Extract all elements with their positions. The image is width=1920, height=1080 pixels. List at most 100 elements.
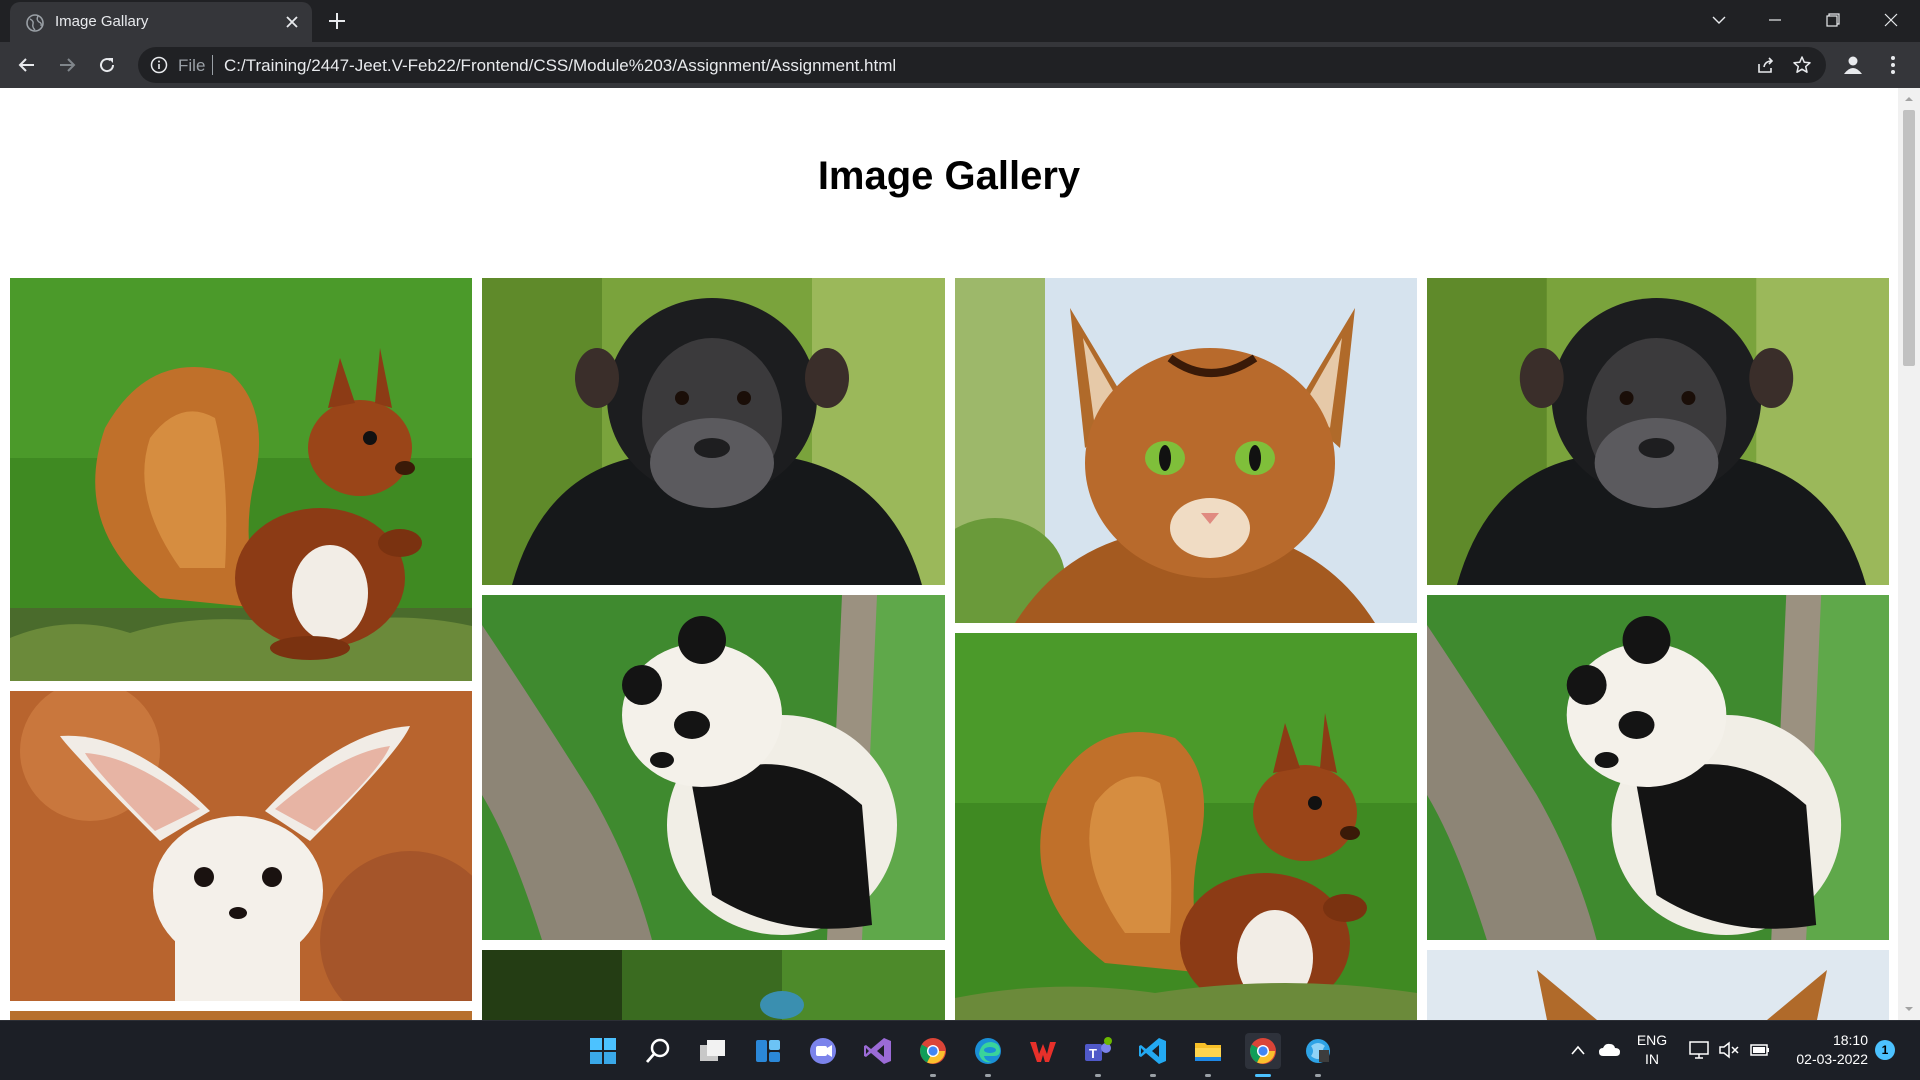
gallery-image-cat[interactable] [955, 278, 1417, 623]
control-panel-icon [1306, 1039, 1330, 1063]
back-button[interactable] [14, 52, 40, 78]
more-vertical-icon [1891, 56, 1895, 74]
squirrel-photo [10, 278, 472, 681]
arrow-left-icon [18, 58, 34, 72]
chrome-icon [1250, 1038, 1276, 1064]
page-scrollbar[interactable] [1898, 88, 1920, 1020]
gallery-image-panda[interactable] [482, 595, 945, 940]
chevron-down-icon [1712, 16, 1726, 24]
browser-tab[interactable]: Image Gallary [10, 2, 312, 42]
new-tab-icon[interactable] [326, 10, 348, 32]
panda-photo [482, 595, 945, 940]
forward-button[interactable] [54, 52, 80, 78]
running-indicator [1095, 1074, 1101, 1077]
teams-chat-icon [810, 1038, 836, 1064]
menu-button[interactable] [1880, 52, 1906, 78]
active-indicator [1255, 1074, 1271, 1077]
visual-studio-button[interactable] [860, 1033, 896, 1069]
reload-icon [100, 58, 115, 73]
teams-chat-button[interactable] [805, 1033, 841, 1069]
tab-search-button[interactable] [1696, 0, 1742, 40]
running-indicator [985, 1074, 991, 1077]
chimpanzee-photo [482, 278, 945, 585]
bookmark-star-icon[interactable] [1792, 55, 1812, 75]
taskbar: T ENG IN 18:10 02-03-2022 1 [0, 1020, 1920, 1080]
page-viewport[interactable]: Image Gallery [0, 88, 1920, 1020]
control-panel-button[interactable] [1300, 1033, 1336, 1077]
network-icon[interactable] [1688, 1040, 1710, 1060]
vscode-icon [1139, 1038, 1166, 1064]
gallery-image-fennec-fox[interactable] [10, 691, 472, 1001]
teams-button[interactable]: T [1080, 1033, 1116, 1077]
browser-toolbar: File C:/Training/2447-Jeet.V-Feb22/Front… [0, 42, 1920, 88]
svg-text:T: T [1089, 1046, 1097, 1061]
panda-photo [1427, 595, 1889, 940]
gallery-image-panda[interactable] [1427, 595, 1889, 940]
gallery-image-chimpanzee[interactable] [1427, 278, 1889, 585]
notification-badge[interactable]: 1 [1875, 1040, 1895, 1060]
gallery-image-chimpanzee[interactable] [482, 278, 945, 585]
bird-photo [482, 950, 945, 1020]
windows-start-icon [590, 1038, 616, 1064]
squirrel-photo [955, 633, 1417, 1020]
chrome-active-button[interactable] [1245, 1033, 1281, 1077]
close-icon [1884, 13, 1898, 27]
file-explorer-icon [1195, 1043, 1221, 1061]
cat-photo [1427, 950, 1889, 1020]
gallery-image-cat-partial[interactable] [1427, 950, 1889, 1020]
running-indicator [930, 1074, 936, 1077]
address-bar[interactable]: File C:/Training/2447-Jeet.V-Feb22/Front… [138, 47, 1826, 83]
profile-button[interactable] [1840, 52, 1866, 78]
language-indicator[interactable]: ENG IN [1634, 1031, 1670, 1069]
battery-icon[interactable] [1748, 1040, 1772, 1060]
search-button[interactable] [640, 1033, 676, 1069]
task-view-button[interactable] [695, 1033, 731, 1069]
wps-office-button[interactable] [1025, 1033, 1061, 1069]
restore-button[interactable] [1810, 0, 1856, 40]
search-icon [645, 1038, 670, 1063]
tab-title: Image Gallary [55, 13, 149, 30]
cat-photo [955, 278, 1417, 623]
scroll-up-arrow-icon[interactable] [1904, 94, 1914, 104]
chimpanzee-photo [1427, 278, 1889, 585]
onedrive-cloud-icon[interactable] [1598, 1041, 1622, 1059]
arrow-right-icon [60, 58, 76, 72]
page-title: Image Gallery [817, 154, 1081, 198]
clock-time: 18:10 [1832, 1032, 1868, 1048]
clock-date: 02-03-2022 [1796, 1051, 1868, 1067]
minimize-icon [1769, 19, 1781, 21]
share-icon[interactable] [1756, 55, 1776, 75]
visual-studio-icon [864, 1038, 891, 1064]
gallery-image-squirrel[interactable] [10, 278, 472, 681]
close-icon[interactable] [282, 12, 302, 32]
language-code: ENG [1636, 1032, 1668, 1048]
file-explorer-button[interactable] [1190, 1033, 1226, 1077]
widgets-button[interactable] [750, 1033, 786, 1069]
scroll-down-arrow-icon[interactable] [1904, 1004, 1914, 1014]
running-indicator [1315, 1074, 1321, 1077]
start-button[interactable] [585, 1033, 621, 1069]
tab-strip: Image Gallary [0, 0, 1920, 42]
teams-icon: T [1085, 1037, 1112, 1061]
gallery-image-bird[interactable] [482, 950, 945, 1020]
task-view-icon [700, 1040, 725, 1061]
url-text[interactable]: C:/Training/2447-Jeet.V-Feb22/Frontend/C… [224, 56, 896, 76]
gallery-image-squirrel[interactable] [955, 633, 1417, 1020]
globe-icon [26, 14, 44, 32]
info-icon[interactable] [150, 56, 168, 74]
chevron-up-icon[interactable] [1570, 1043, 1586, 1057]
reload-button[interactable] [94, 52, 120, 78]
vscode-button[interactable] [1135, 1033, 1171, 1077]
clock[interactable]: 18:10 02-03-2022 [1780, 1031, 1868, 1069]
address-separator [212, 55, 213, 75]
close-window-button[interactable] [1868, 0, 1914, 40]
edge-button[interactable] [970, 1033, 1006, 1077]
minimize-button[interactable] [1752, 0, 1798, 40]
scrollbar-thumb[interactable] [1903, 110, 1915, 366]
gallery-image-partial[interactable] [10, 1011, 472, 1020]
chrome-button[interactable] [915, 1033, 951, 1077]
volume-muted-icon[interactable] [1718, 1040, 1740, 1060]
chrome-icon [920, 1038, 946, 1064]
running-indicator [1205, 1074, 1211, 1077]
profile-icon [1844, 56, 1862, 74]
